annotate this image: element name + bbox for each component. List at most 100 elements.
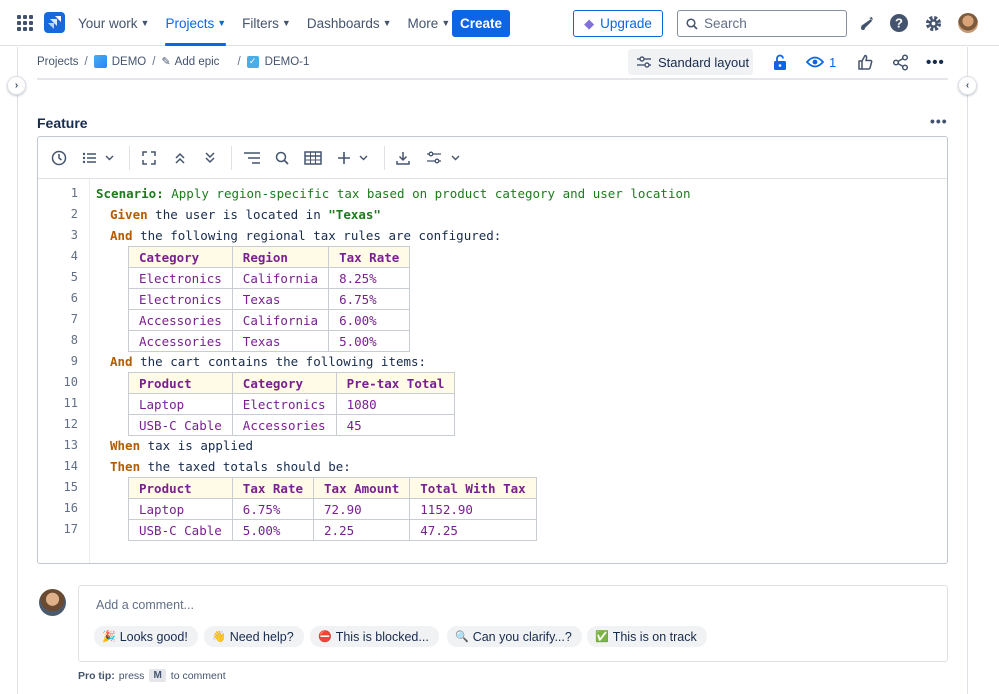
table-cell: 45 [335, 414, 456, 436]
feature-more-icon[interactable]: ••• [930, 113, 948, 129]
user-avatar[interactable] [958, 13, 978, 33]
header-divider [37, 78, 948, 80]
download-icon[interactable] [396, 149, 410, 167]
expand-all-icon[interactable] [203, 149, 217, 167]
notifications-icon[interactable] [855, 12, 877, 34]
table-cell: 8.25% [328, 267, 411, 289]
quick-reply-on-track[interactable]: ✅ This is on track [587, 626, 707, 647]
like-icon[interactable] [857, 53, 873, 71]
task-checkbox-icon: ✓ [246, 55, 259, 68]
line-number: 17 [63, 522, 78, 536]
table-header-cell: Product [128, 372, 233, 394]
chip-label: This is on track [612, 629, 697, 644]
table-cell: Accessories [231, 414, 337, 436]
code-line-when: When tax is applied [110, 435, 253, 456]
check-mark-icon: ✅ [595, 631, 609, 643]
search-icon [686, 17, 698, 30]
layout-toggle-button[interactable]: Standard layout [628, 49, 753, 75]
line-number: 16 [63, 501, 78, 515]
settings-dropdown-icon[interactable] [427, 149, 461, 167]
chevron-left-icon: ‹ [965, 80, 970, 91]
help-icon[interactable]: ? [888, 12, 910, 34]
line-number: 11 [63, 396, 78, 410]
step-text: the cart contains the following items: [132, 354, 427, 369]
quick-reply-looks-good[interactable]: 🎉 Looks good! [94, 626, 198, 647]
nav-dashboards-label: Dashboards [306, 15, 380, 31]
table-header-cell: Tax Rate [231, 477, 315, 499]
table-row: Electronics Texas 6.75% [128, 288, 411, 310]
gherkin-editor[interactable]: 1 2 3 4 5 6 7 8 9 10 11 12 13 14 15 16 1… [37, 136, 948, 564]
table-row: Laptop 6.75% 72.90 1152.90 [128, 498, 537, 520]
more-actions-icon[interactable]: ••• [926, 53, 945, 71]
create-button[interactable]: Create [452, 10, 510, 37]
quick-reply-blocked[interactable]: ⛔ This is blocked... [310, 626, 439, 647]
nav-more[interactable]: More ▼ [408, 0, 451, 46]
nav-more-label: More [407, 15, 439, 31]
table-icon[interactable] [304, 149, 322, 167]
line-number: 3 [70, 228, 78, 242]
magnifier-icon: 🔍 [455, 631, 469, 643]
breadcrumb-project[interactable]: DEMO [112, 56, 147, 68]
nav-dashboards[interactable]: Dashboards ▼ [307, 0, 392, 46]
table-header-row: Category Region Tax Rate [128, 246, 411, 268]
table-row: Laptop Electronics 1080 [128, 393, 456, 415]
code-line-given: Given the user is located in "Texas" [110, 204, 381, 225]
comment-input[interactable]: Add a comment... 🎉 Looks good! 👋 Need help… [78, 585, 948, 662]
search-input[interactable]: Search [677, 10, 847, 37]
nav-your-work[interactable]: Your work ▼ [78, 0, 149, 46]
find-icon[interactable] [275, 149, 289, 167]
breadcrumb-projects[interactable]: Projects [37, 56, 79, 68]
top-navigation: Your work ▼ Projects ▼ Filters ▼ Dashboards… [0, 0, 999, 46]
table-header-row: Product Tax Rate Tax Amount Total With T… [128, 477, 537, 499]
insert-dropdown-icon[interactable] [337, 149, 369, 167]
left-sidebar-edge [17, 47, 18, 694]
table-row: USB-C Cable Accessories 45 [128, 414, 456, 436]
expand-right-panel-button[interactable]: ‹ [958, 76, 977, 95]
table-cell: 5.00% [328, 330, 411, 352]
fullscreen-icon[interactable] [142, 149, 156, 167]
watcher-count: 1 [829, 54, 837, 70]
then-keyword: Then [110, 459, 141, 474]
keyboard-shortcut-key: M [149, 669, 166, 682]
commenter-avatar [39, 589, 66, 616]
quick-reply-clarify[interactable]: 🔍 Can you clarify...? [447, 626, 582, 647]
step-text: the user is located in [147, 207, 329, 222]
line-number: 2 [70, 207, 78, 221]
settings-icon[interactable] [922, 12, 944, 34]
line-number: 9 [70, 354, 78, 368]
table-cell: California [231, 267, 330, 289]
add-epic-link[interactable]: Add epic [175, 56, 220, 68]
tax-rules-table: Category Region Tax Rate Electronics Cal… [128, 246, 411, 352]
nav-filters-label: Filters [242, 15, 279, 31]
unlock-icon[interactable] [773, 53, 787, 71]
collapse-all-icon[interactable] [173, 149, 187, 167]
upgrade-button[interactable]: ◆ Upgrade [573, 10, 663, 37]
app-switcher-icon[interactable] [17, 15, 33, 31]
pro-tip: Pro tip: press M to comment [78, 669, 226, 682]
list-dropdown-icon[interactable] [82, 149, 114, 167]
nav-filters[interactable]: Filters ▼ [242, 0, 291, 46]
taxed-totals-table: Product Tax Rate Tax Amount Total With T… [128, 477, 537, 541]
line-number: 1 [70, 186, 78, 200]
breadcrumb-issue-key[interactable]: DEMO-1 [265, 56, 310, 68]
table-header-cell: Total With Tax [409, 477, 537, 499]
quick-reply-need-help[interactable]: 👋 Need help? [204, 626, 304, 647]
table-header-cell: Category [128, 246, 233, 268]
jira-logo-icon[interactable] [44, 12, 65, 33]
expand-sidebar-button[interactable]: › [7, 76, 26, 95]
chip-label: Can you clarify...? [472, 629, 572, 644]
string-literal: "Texas" [328, 207, 381, 222]
watch-button[interactable]: 1 [806, 53, 836, 71]
table-cell: 6.75% [231, 498, 315, 520]
share-icon[interactable] [892, 53, 909, 71]
table-row: USB-C Cable 5.00% 2.25 47.25 [128, 519, 537, 541]
cart-items-table: Product Category Pre-tax Total Laptop El… [128, 372, 456, 436]
line-number: 4 [70, 249, 78, 263]
breadcrumb: Projects / DEMO / ✎ Add epic / ✓ DEMO-1 [37, 53, 309, 70]
history-icon[interactable] [51, 149, 67, 167]
code-line-and: And the cart contains the following item… [110, 351, 426, 372]
nav-projects-label: Projects [165, 15, 215, 31]
nav-projects[interactable]: Projects ▼ [165, 0, 226, 46]
table-row: Electronics California 8.25% [128, 267, 411, 289]
format-align-icon[interactable] [244, 149, 260, 167]
